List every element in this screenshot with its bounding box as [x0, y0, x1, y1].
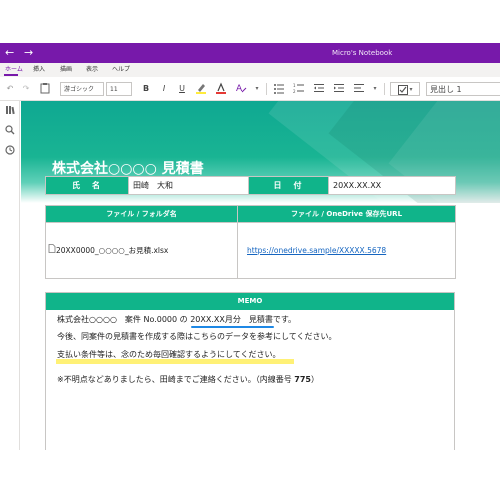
numbering-icon[interactable]: 12 — [292, 82, 306, 96]
file-table: ファイル / フォルダ名 ファイル / OneDrive 保存先URL 20XX… — [45, 205, 456, 279]
heading-style-label: 見出し 1 — [430, 85, 462, 94]
name-label: 氏 名 — [45, 176, 129, 195]
document-icon — [48, 244, 56, 257]
menu-help[interactable]: ヘルプ — [112, 65, 130, 75]
date-value[interactable]: 20XX.XX.XX — [328, 176, 456, 195]
info-table: 氏 名 田崎 大和 日 付 20XX.XX.XX — [45, 176, 456, 195]
font-size-box[interactable]: 11 — [106, 82, 132, 96]
menu-bar: ホーム 挿入 描画 表示 ヘルプ — [0, 63, 500, 77]
menu-view[interactable]: 表示 — [86, 65, 98, 75]
title-bar: ← → Micro's Notebook — [0, 43, 500, 63]
extension-number: 775 — [294, 375, 311, 384]
memo-line-1[interactable]: 株式会社○○○○ 案件 No.0000 の 20XX.XX月分 見積書です。 — [57, 314, 296, 326]
align-icon[interactable] — [352, 82, 366, 96]
undo-icon[interactable]: ↶ — [4, 82, 16, 96]
file-header: ファイル / フォルダ名 — [45, 205, 238, 223]
memo-line-4-prefix: ※不明点などありましたら、田崎までご連絡ください。（内線番号 — [57, 375, 295, 384]
toolbar-divider — [266, 83, 267, 95]
recent-icon[interactable] — [5, 145, 15, 158]
bold-button[interactable]: B — [140, 82, 152, 96]
memo-line-1-prefix: 株式会社○○○○ 案件 No.0000 の — [57, 315, 191, 324]
onedrive-link[interactable]: https://onedrive.sample/XXXXX.5678 — [247, 246, 386, 255]
search-icon[interactable] — [5, 125, 15, 138]
chevron-down-icon[interactable]: ▾ — [252, 82, 262, 96]
memo-line-1-suffix: です。 — [272, 315, 297, 324]
redo-icon[interactable]: ↷ — [20, 82, 32, 96]
memo-line-1-highlight: 20XX.XX月分 見積書 — [190, 315, 273, 324]
svg-text:1: 1 — [293, 83, 296, 88]
blue-underline-mark — [191, 326, 274, 328]
name-value[interactable]: 田崎 大和 — [128, 176, 249, 195]
underline-button[interactable]: U — [176, 82, 188, 96]
heading-style-dropdown[interactable]: 見出し 1 — [426, 82, 500, 96]
memo-line-2[interactable]: 今後、同案件の見積書を作成する際はこちらのデータを参考にしてください。 — [57, 331, 337, 343]
menu-insert[interactable]: 挿入 — [33, 65, 45, 75]
bullets-icon[interactable] — [272, 82, 286, 96]
svg-text:2: 2 — [293, 89, 296, 94]
file-name-cell[interactable]: 20XX0000_○○○○_お見積.xlsx — [45, 222, 238, 279]
date-label: 日 付 — [248, 176, 329, 195]
window-title: Micro's Notebook — [332, 49, 393, 57]
toolbar-divider — [384, 83, 385, 95]
url-cell: https://onedrive.sample/XXXXX.5678 — [237, 222, 456, 279]
chevron-down-icon[interactable]: ▾ — [370, 82, 380, 96]
font-color-icon[interactable] — [214, 82, 228, 96]
checkbox-icon[interactable]: ▾ — [390, 82, 420, 96]
file-name: 20XX0000_○○○○_お見積.xlsx — [56, 246, 169, 255]
url-header: ファイル / OneDrive 保存先URL — [237, 205, 456, 223]
memo-box: MEMO 株式会社○○○○ 案件 No.0000 の 20XX.XX月分 見積書… — [45, 292, 455, 450]
memo-line-4-suffix: ） — [310, 375, 319, 384]
svg-text:A: A — [236, 84, 243, 94]
memo-header: MEMO — [46, 293, 454, 310]
notebooks-icon[interactable] — [5, 105, 15, 118]
clipboard-icon[interactable] — [38, 82, 52, 96]
left-navigation-rail — [0, 101, 20, 450]
menu-draw[interactable]: 描画 — [60, 65, 72, 75]
clear-format-icon[interactable]: A — [234, 82, 248, 96]
highlight-icon[interactable] — [194, 82, 208, 96]
ribbon-toolbar: ↶ ↷ 游ゴシック 11 B I U A ▾ 12 ▾ ▾ 見出し 1 — [0, 77, 500, 101]
outdent-icon[interactable] — [312, 82, 326, 96]
onenote-window: ← → Micro's Notebook ホーム 挿入 描画 表示 ヘルプ ↶ … — [0, 43, 500, 450]
memo-line-3[interactable]: 支払い条件等は、念のため毎回確認するようにしてください。 — [57, 349, 281, 361]
indent-icon[interactable] — [332, 82, 346, 96]
forward-arrow-icon[interactable]: → — [24, 46, 33, 60]
active-menu-indicator — [4, 74, 18, 76]
font-name-box[interactable]: 游ゴシック — [60, 82, 104, 96]
memo-line-4[interactable]: ※不明点などありましたら、田崎までご連絡ください。（内線番号 775） — [57, 374, 319, 386]
italic-button[interactable]: I — [158, 82, 170, 96]
back-arrow-icon[interactable]: ← — [5, 46, 14, 60]
